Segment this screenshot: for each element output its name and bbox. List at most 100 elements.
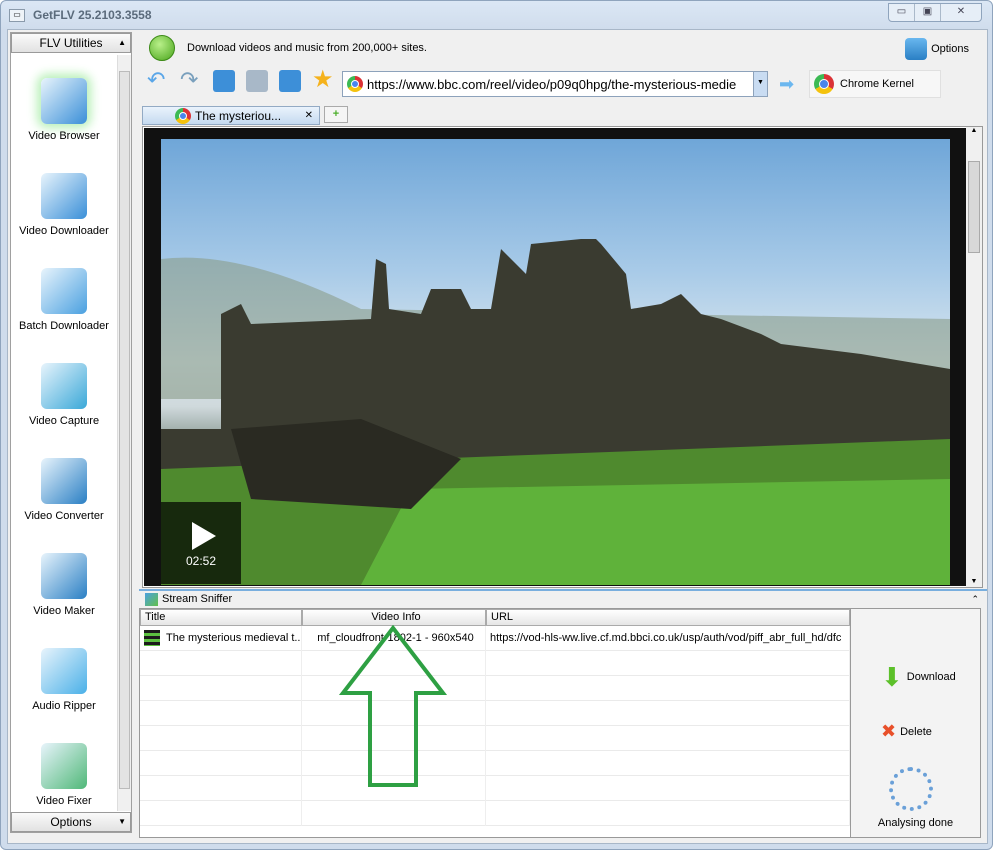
sidebar-items: Video Browser Video Downloader Batch Downl…: [11, 55, 117, 815]
video-browser-icon: [41, 78, 87, 124]
sidebar-item-audio-ripper[interactable]: Audio Ripper: [11, 625, 117, 720]
sidebar-options-button[interactable]: Options ▼: [11, 812, 131, 832]
go-arrow-icon[interactable]: ➡: [779, 74, 794, 95]
sidebar-item-video-browser[interactable]: Video Browser: [11, 55, 117, 150]
star-icon[interactable]: ★: [312, 68, 334, 92]
empty-row: [140, 700, 850, 726]
sidebar-item-label: Batch Downloader: [19, 320, 109, 332]
close-tab-icon[interactable]: ✕: [305, 110, 313, 121]
sidebar-item-batch-downloader[interactable]: Batch Downloader: [11, 245, 117, 340]
sidebar-item-label: Video Maker: [33, 605, 95, 617]
browser-view: 02:52 ▲ ▼: [142, 126, 983, 588]
stream-sniffer-header: Stream Sniffer ⌃: [139, 589, 987, 607]
film-icon: [144, 629, 160, 646]
sidebar-item-label: Video Capture: [28, 415, 100, 427]
download-button[interactable]: ⬇ Download: [881, 664, 956, 690]
sidebar-item-label: Video Downloader: [19, 225, 109, 237]
refresh-icon[interactable]: [213, 70, 235, 92]
sidebar-item-label: Video Fixer: [36, 795, 92, 807]
browser-tab[interactable]: The mysteriou... ✕: [142, 106, 320, 125]
chrome-icon: [814, 74, 834, 94]
row-title: The mysterious medieval t...: [166, 631, 302, 644]
sniffer-icon: [145, 592, 158, 606]
back-icon[interactable]: ↶: [147, 69, 169, 92]
collapse-up-icon: ▲: [118, 38, 126, 47]
new-tab-button[interactable]: +: [324, 106, 348, 123]
chrome-icon: [175, 107, 191, 124]
empty-row: [140, 725, 850, 751]
sidebar-item-video-fixer[interactable]: Video Fixer: [11, 720, 117, 815]
options-label: Options: [931, 43, 969, 55]
system-menu-icon[interactable]: ▭: [9, 8, 25, 22]
sidebar-scrollbar[interactable]: [117, 55, 131, 811]
kernel-selector[interactable]: Chrome Kernel: [809, 70, 941, 98]
sidebar-item-video-downloader[interactable]: Video Downloader: [11, 150, 117, 245]
sidebar-item-video-maker[interactable]: Video Maker: [11, 530, 117, 625]
column-url[interactable]: URL: [486, 609, 850, 626]
main-panel: Download videos and music from 200,000+ …: [139, 30, 987, 843]
abbey-ruins-image: [161, 239, 950, 585]
sidebar-item-label: Video Browser: [28, 130, 100, 142]
empty-row: [140, 650, 850, 676]
url-bar[interactable]: https://www.bbc.com/reel/video/p09q0hpg/…: [342, 71, 768, 97]
download-label: Download: [906, 671, 956, 683]
empty-row: [140, 775, 850, 801]
delete-label: Delete: [900, 725, 932, 738]
close-button[interactable]: ✕: [941, 4, 981, 21]
sidebar-header[interactable]: FLV Utilities ▲: [11, 33, 131, 53]
title-bar: ▭ GetFLV 25.2103.3558: [9, 5, 152, 25]
window-controls: ▭ ▣ ✕: [888, 3, 982, 22]
video-fixer-icon: [41, 743, 87, 789]
sidebar: FLV Utilities ▲ Video Browser Video Downlo…: [10, 32, 132, 833]
home-icon[interactable]: [279, 70, 301, 92]
audio-ripper-icon: [41, 648, 87, 694]
video-converter-icon: [41, 458, 87, 504]
sidebar-header-label: FLV Utilities: [39, 36, 103, 50]
scroll-down-icon[interactable]: ▼: [966, 578, 982, 585]
scrollbar-thumb[interactable]: [119, 71, 130, 789]
url-dropdown-button[interactable]: ▼: [753, 72, 767, 96]
scrollbar-thumb[interactable]: [968, 161, 980, 253]
table-row[interactable]: The mysterious medieval t... mf_cloudfro…: [140, 625, 850, 651]
empty-row: [140, 750, 850, 776]
banner: Download videos and music from 200,000+ …: [149, 35, 427, 61]
loading-spinner-icon: [889, 767, 933, 811]
empty-row: [140, 675, 850, 701]
sniffer-actions: ⬇ Download ✖ Delete Analysing done: [850, 608, 981, 838]
status-text: Analysing done: [877, 817, 954, 829]
table-header: Title Video Info URL: [140, 609, 850, 626]
app-window: ▭ GetFLV 25.2103.3558 ▭ ▣ ✕ FLV Utilitie…: [0, 0, 993, 850]
video-downloader-icon: [41, 173, 87, 219]
banner-text: Download videos and music from 200,000+ …: [187, 42, 427, 54]
play-button[interactable]: 02:52: [161, 502, 241, 584]
browser-scrollbar[interactable]: ▲ ▼: [966, 127, 982, 587]
play-icon: [192, 522, 216, 550]
tab-label: The mysteriou...: [195, 108, 282, 123]
video-player[interactable]: 02:52: [144, 128, 966, 586]
options-button[interactable]: Options: [905, 38, 969, 60]
maximize-button[interactable]: ▣: [915, 4, 941, 21]
client-area: FLV Utilities ▲ Video Browser Video Downlo…: [7, 29, 988, 844]
stream-table: Title Video Info URL The mysterious medi…: [139, 608, 851, 838]
scroll-up-icon[interactable]: ▲: [966, 127, 982, 134]
column-title[interactable]: Title: [140, 609, 302, 626]
sidebar-item-video-capture[interactable]: Video Capture: [11, 340, 117, 435]
video-capture-icon: [41, 363, 87, 409]
forward-icon[interactable]: ↷: [180, 69, 202, 92]
video-maker-icon: [41, 553, 87, 599]
sidebar-item-label: Audio Ripper: [32, 700, 96, 712]
stop-icon[interactable]: [246, 70, 268, 92]
sidebar-item-video-converter[interactable]: Video Converter: [11, 435, 117, 530]
sidebar-footer-label: Options: [50, 815, 92, 829]
chrome-icon: [347, 76, 363, 92]
window-title: GetFLV 25.2103.3558: [33, 8, 152, 22]
collapse-icon[interactable]: ⌃: [971, 594, 979, 605]
delete-button[interactable]: ✖ Delete: [881, 721, 932, 742]
video-duration: 02:52: [185, 554, 217, 568]
minimize-button[interactable]: ▭: [889, 4, 915, 21]
delete-icon: ✖: [881, 721, 897, 741]
url-input[interactable]: https://www.bbc.com/reel/video/p09q0hpg/…: [363, 77, 753, 92]
row-url: https://vod-hls-ww.live.cf.md.bbci.co.uk…: [486, 625, 850, 651]
empty-row: [140, 800, 850, 826]
column-video-info[interactable]: Video Info: [302, 609, 486, 626]
